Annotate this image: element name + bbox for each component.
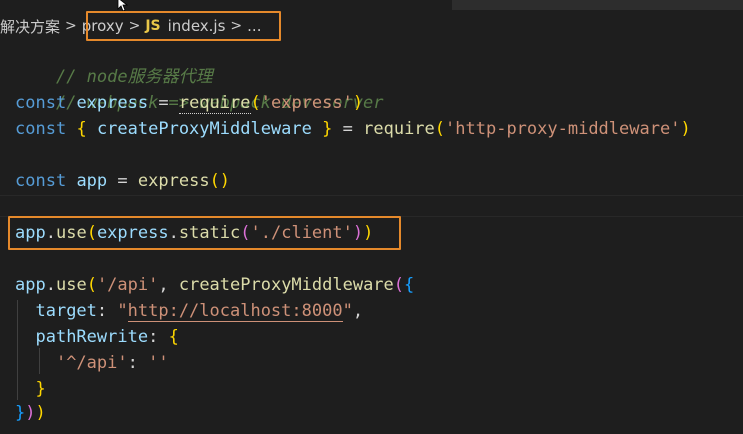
paren-open: ( xyxy=(434,119,446,139)
breadcrumb-separator: > xyxy=(230,18,243,34)
property-pathrewrite: pathRewrite xyxy=(35,327,149,347)
method-static: static xyxy=(178,223,241,243)
colon: : xyxy=(96,301,118,321)
string-quote: " xyxy=(117,301,128,321)
string-quote: " xyxy=(342,301,353,321)
active-tab[interactable] xyxy=(0,0,452,10)
variable-app: app xyxy=(76,171,108,191)
code-editor[interactable]: 解决方案 > proxy > JS index.js > ... // node… xyxy=(0,0,743,434)
code-line-1[interactable]: // node服务器代理 xyxy=(15,38,213,87)
brace-open: { xyxy=(76,119,87,139)
code-line-13[interactable]: '^/api': '' xyxy=(15,350,169,376)
operator-equals: = xyxy=(158,93,169,113)
paren-open: ( xyxy=(393,275,405,295)
code-line-15[interactable]: })) xyxy=(15,400,46,426)
code-line-14[interactable]: } xyxy=(15,376,46,402)
variable-createproxymiddleware: createProxyMiddleware xyxy=(96,119,312,139)
paren-open: ( xyxy=(86,223,97,243)
paren-close: ) xyxy=(25,403,36,423)
current-line-highlight xyxy=(0,195,743,217)
code-line-8[interactable]: app.use(express.static('./client')) xyxy=(15,220,373,246)
function-createproxymiddleware: createProxyMiddleware xyxy=(178,275,394,295)
operator-equals: = xyxy=(117,171,128,191)
dot: . xyxy=(45,275,56,295)
breadcrumb-more[interactable]: ... xyxy=(247,17,261,35)
code-line-11[interactable]: target: "http://localhost:8000", xyxy=(15,298,363,324)
dot: . xyxy=(168,223,179,243)
string-arg: 'express' xyxy=(260,93,353,113)
method-use: use xyxy=(55,275,87,295)
code-line-12[interactable]: pathRewrite: { xyxy=(15,324,179,350)
string-arg: './client' xyxy=(250,223,353,243)
operator-equals: = xyxy=(342,119,353,139)
function-require: require xyxy=(178,93,251,114)
brace-open: { xyxy=(404,275,415,295)
breadcrumb-separator: > xyxy=(65,18,77,34)
string-key: '^/api' xyxy=(55,353,128,373)
code-line-6[interactable]: const app = express() xyxy=(15,168,230,194)
breadcrumb-parent[interactable]: 解决方案 xyxy=(0,16,60,37)
brace-open: { xyxy=(168,327,179,347)
code-line-2[interactable]: // webpack => webpack-dev-server xyxy=(15,64,384,113)
keyword-const: const xyxy=(15,93,67,113)
mouse-cursor-icon xyxy=(117,0,129,12)
comma: , xyxy=(158,275,179,295)
code-line-10[interactable]: app.use('/api', createProxyMiddleware({ xyxy=(15,272,414,298)
comma: , xyxy=(352,301,364,321)
string-value: '' xyxy=(148,353,169,373)
paren-open: ( xyxy=(86,275,97,295)
parens: () xyxy=(209,171,231,191)
javascript-file-icon: JS xyxy=(145,18,161,34)
property-target: target xyxy=(35,301,97,321)
code-line-3[interactable]: const express = require('express') xyxy=(15,90,363,116)
paren-close: ) xyxy=(352,223,364,243)
method-use: use xyxy=(55,223,87,243)
keyword-const: const xyxy=(15,171,67,191)
brace-close: } xyxy=(322,119,333,139)
paren-close: ) xyxy=(363,223,374,243)
breadcrumb-folder[interactable]: proxy xyxy=(82,17,124,35)
paren-open: ( xyxy=(240,223,251,243)
variable-app: app xyxy=(15,223,46,243)
paren-close: ) xyxy=(35,403,46,423)
string-url: http://localhost:8000 xyxy=(127,301,343,322)
dot: . xyxy=(45,223,56,243)
colon: : xyxy=(148,327,169,347)
keyword-const: const xyxy=(15,119,67,139)
code-line-4[interactable]: const { createProxyMiddleware } = requir… xyxy=(15,116,691,142)
paren-open: ( xyxy=(250,93,261,113)
string-path: '/api' xyxy=(96,275,159,295)
breadcrumb: 解决方案 > proxy > JS index.js > ... xyxy=(0,12,261,40)
brace-close: } xyxy=(15,403,26,423)
function-require: require xyxy=(363,119,435,139)
paren-close: ) xyxy=(352,93,364,113)
variable-app: app xyxy=(15,275,46,295)
variable-express: express xyxy=(96,223,169,243)
string-arg: 'http-proxy-middleware' xyxy=(445,119,681,139)
breadcrumb-file[interactable]: index.js xyxy=(168,17,226,35)
tab-strip xyxy=(0,0,743,10)
paren-close: ) xyxy=(680,119,691,139)
variable-express: express xyxy=(76,93,149,113)
colon: : xyxy=(127,353,149,373)
function-express: express xyxy=(137,171,210,191)
tab-strip-empty-area xyxy=(452,0,743,10)
breadcrumb-separator: > xyxy=(128,18,141,34)
brace-close: } xyxy=(35,379,46,399)
